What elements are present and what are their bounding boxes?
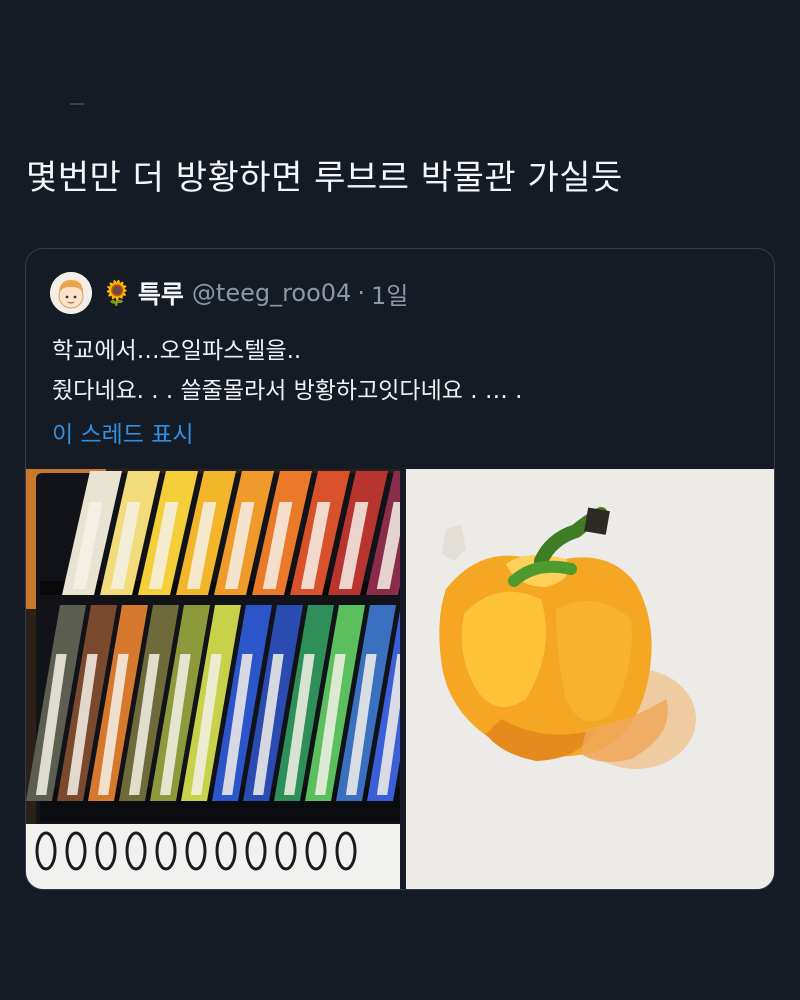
quoted-handle[interactable]: @teeg_roo04	[192, 279, 351, 307]
quoted-text-line: 학교에서…오일파스텔을..	[52, 338, 302, 364]
quoted-timestamp[interactable]: 1일	[371, 276, 408, 311]
quoted-tweet-header: 🌻 특루 @teeg_roo04 · 1일	[50, 271, 408, 315]
top-divider	[70, 103, 84, 105]
quoted-display-name[interactable]: 특루	[138, 275, 184, 311]
avatar[interactable]	[50, 272, 92, 314]
media-grid	[26, 469, 774, 889]
separator-dot: ·	[357, 279, 365, 307]
tweet-text: 몇번만 더 방황하면 루브르 박물관 가실듯	[26, 158, 623, 198]
quoted-text-line: 줬다네요. . . 쓸줄몰라서 방황하고잇다네요 . … .	[52, 378, 523, 404]
quoted-tweet-card[interactable]: 🌻 특루 @teeg_roo04 · 1일 학교에서…오일파스텔을.. 줬다네요…	[25, 248, 775, 890]
sunflower-icon: 🌻	[102, 279, 132, 307]
pepper-drawing-image[interactable]	[406, 469, 774, 889]
quoted-tweet-text: 학교에서…오일파스텔을.. 줬다네요. . . 쓸줄몰라서 방황하고잇다네요 .…	[52, 331, 522, 411]
oil-pastel-box-image[interactable]	[26, 469, 427, 889]
show-thread-link[interactable]: 이 스레드 표시	[52, 415, 194, 449]
